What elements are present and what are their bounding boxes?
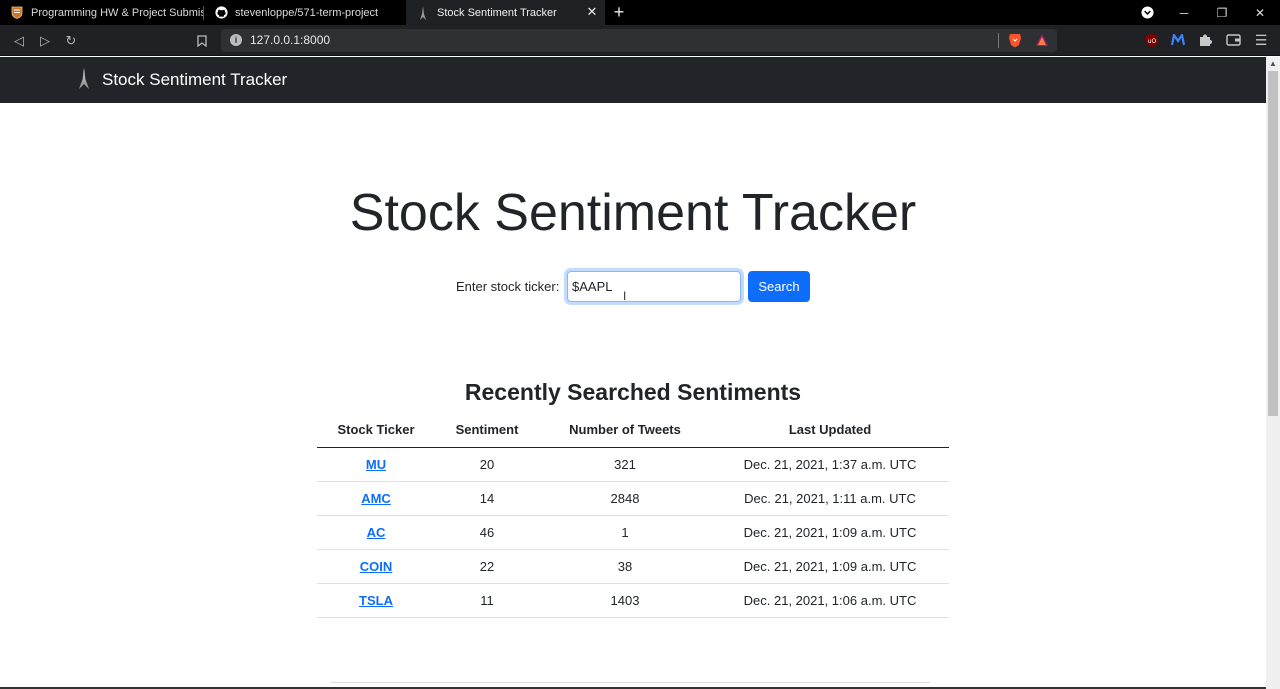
scroll-thumb[interactable] bbox=[1268, 71, 1278, 416]
table-row: COIN 22 38 Dec. 21, 2021, 1:09 a.m. UTC bbox=[317, 549, 949, 584]
ticker-link[interactable]: TSLA bbox=[359, 593, 393, 608]
forward-icon[interactable]: ▷ bbox=[35, 31, 55, 51]
ticker-link[interactable]: COIN bbox=[360, 559, 393, 574]
ticker-input-label: Enter stock ticker: bbox=[456, 279, 560, 294]
reload-icon[interactable]: ↻ bbox=[61, 31, 81, 51]
tweets-cell: 321 bbox=[539, 447, 711, 482]
last-updated-cell: Dec. 21, 2021, 1:09 a.m. UTC bbox=[711, 515, 949, 550]
sentiment-cell: 11 bbox=[435, 583, 539, 618]
brave-rewards-icon[interactable] bbox=[1035, 33, 1049, 48]
shield-crest-icon bbox=[10, 6, 24, 20]
column-header-tweets: Number of Tweets bbox=[539, 413, 711, 448]
column-header-ticker: Stock Ticker bbox=[317, 413, 435, 448]
recent-sentiments-table: Stock Ticker Sentiment Number of Tweets … bbox=[317, 413, 949, 618]
ticker-search-form: Enter stock ticker: I Search bbox=[0, 270, 1266, 303]
table-header-row: Stock Ticker Sentiment Number of Tweets … bbox=[317, 413, 949, 448]
site-navbar: Stock Sentiment Tracker bbox=[0, 57, 1266, 103]
text-cursor-icon: I bbox=[623, 289, 627, 303]
svg-text:uO: uO bbox=[1148, 38, 1157, 45]
url-text: 127.0.0.1:8000 bbox=[250, 33, 331, 47]
page-title: Stock Sentiment Tracker bbox=[349, 184, 917, 242]
browser-toolbar: ◁ ▷ ↻ i 127.0.0.1:8000 uO ☰ bbox=[0, 25, 1280, 56]
last-updated-cell: Dec. 21, 2021, 1:06 a.m. UTC bbox=[711, 583, 949, 618]
ticker-link[interactable]: AMC bbox=[361, 491, 391, 506]
last-updated-cell: Dec. 21, 2021, 1:09 a.m. UTC bbox=[711, 549, 949, 584]
tab-stock-sentiment-tracker[interactable]: Stock Sentiment Tracker ✕ bbox=[406, 0, 605, 25]
urlbar-divider bbox=[998, 33, 999, 48]
table-row: MU 20 321 Dec. 21, 2021, 1:37 a.m. UTC bbox=[317, 447, 949, 482]
back-icon[interactable]: ◁ bbox=[9, 31, 29, 51]
table-row: AMC 14 2848 Dec. 21, 2021, 1:11 a.m. UTC bbox=[317, 481, 949, 516]
scroll-up-arrow-icon[interactable]: ▲ bbox=[1266, 57, 1280, 71]
sentiment-cell: 22 bbox=[435, 549, 539, 584]
tweets-cell: 1 bbox=[539, 515, 711, 550]
tab-programming-hw[interactable]: Programming HW & Project Submissi bbox=[0, 0, 203, 25]
close-window-icon[interactable]: ✕ bbox=[1241, 0, 1279, 25]
extensions-puzzle-icon[interactable] bbox=[1197, 32, 1213, 48]
last-updated-cell: Dec. 21, 2021, 1:11 a.m. UTC bbox=[711, 481, 949, 516]
brand-logo-icon[interactable] bbox=[78, 67, 90, 89]
new-tab-button[interactable]: + bbox=[605, 0, 633, 25]
last-updated-cell: Dec. 21, 2021, 1:37 a.m. UTC bbox=[711, 447, 949, 482]
main-menu-icon[interactable]: ☰ bbox=[1253, 32, 1269, 48]
ublock-extension-icon[interactable]: uO bbox=[1144, 32, 1160, 48]
minimize-icon[interactable]: ─ bbox=[1165, 0, 1203, 25]
address-bar[interactable]: i 127.0.0.1:8000 bbox=[221, 29, 1057, 52]
column-header-sentiment: Sentiment bbox=[435, 413, 539, 448]
page-scrollbar[interactable]: ▲ bbox=[1266, 57, 1280, 689]
site-info-icon[interactable]: i bbox=[230, 34, 242, 46]
column-header-last-updated: Last Updated bbox=[711, 413, 949, 448]
navbar-brand[interactable]: Stock Sentiment Tracker bbox=[102, 70, 287, 90]
bookmark-icon[interactable] bbox=[192, 31, 212, 51]
browser-tab-strip: Programming HW & Project Submissi steven… bbox=[0, 0, 1280, 25]
footer-divider bbox=[330, 682, 930, 683]
malwarebytes-extension-icon[interactable] bbox=[1170, 32, 1186, 48]
recent-sentiments-heading: Recently Searched Sentiments bbox=[464, 379, 802, 405]
tweets-cell: 2848 bbox=[539, 481, 711, 516]
tab-github-repo[interactable]: stevenloppe/571-term-project bbox=[204, 0, 406, 25]
site-logo-icon bbox=[416, 5, 430, 20]
table-row: TSLA 11 1403 Dec. 21, 2021, 1:06 a.m. UT… bbox=[317, 583, 949, 618]
sentiment-cell: 14 bbox=[435, 481, 539, 516]
brave-shields-icon[interactable] bbox=[1008, 33, 1022, 48]
restore-window-icon[interactable]: ❐ bbox=[1203, 0, 1241, 25]
tab-close-icon[interactable]: ✕ bbox=[585, 5, 599, 19]
sentiment-cell: 46 bbox=[435, 515, 539, 550]
github-icon bbox=[214, 6, 228, 20]
ticker-search-input[interactable] bbox=[567, 271, 741, 302]
tab-search-dropdown-icon[interactable] bbox=[1128, 0, 1166, 25]
ticker-link[interactable]: MU bbox=[366, 457, 386, 472]
tweets-cell: 38 bbox=[539, 549, 711, 584]
sentiment-cell: 20 bbox=[435, 447, 539, 482]
ticker-link[interactable]: AC bbox=[367, 525, 386, 540]
wallet-icon[interactable] bbox=[1225, 32, 1241, 48]
search-button[interactable]: Search bbox=[748, 271, 810, 302]
tweets-cell: 1403 bbox=[539, 583, 711, 618]
table-row: AC 46 1 Dec. 21, 2021, 1:09 a.m. UTC bbox=[317, 515, 949, 550]
